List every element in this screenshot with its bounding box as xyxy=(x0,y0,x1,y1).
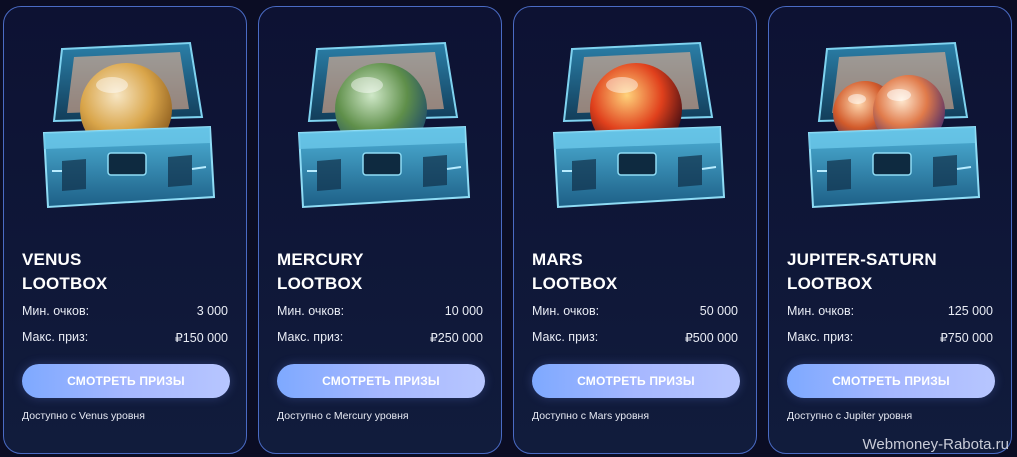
view-prizes-button[interactable]: СМОТРЕТЬ ПРИЗЫ xyxy=(22,364,230,398)
min-points-label: Мин. очков: xyxy=(787,304,855,318)
availability-note: Доступно с Venus уровня xyxy=(22,410,145,422)
lootbox-chest-icon xyxy=(552,41,726,209)
max-prize-row: Макс. приз: ₽150 000 xyxy=(22,330,228,345)
max-prize-row: Макс. приз: ₽250 000 xyxy=(277,330,483,345)
min-points-label: Мин. очков: xyxy=(277,304,345,318)
min-points-row: Мин. очков: 50 000 xyxy=(532,304,738,318)
card-title: VENUS LOOTBOX xyxy=(22,248,107,296)
card-title-name: VENUS xyxy=(22,250,82,269)
availability-note: Доступно с Mars уровня xyxy=(532,410,650,422)
lootbox-chest-icon xyxy=(807,41,981,209)
card-title-name: JUPITER-SATURN xyxy=(787,250,937,269)
card-title-name: MERCURY xyxy=(277,250,364,269)
lootbox-chest-icon xyxy=(297,41,471,209)
min-points-row: Мин. очков: 125 000 xyxy=(787,304,993,318)
max-prize-value: ₽500 000 xyxy=(684,331,738,345)
availability-note: Доступно с Mercury уровня xyxy=(277,410,409,422)
lootbox-chest-icon xyxy=(42,41,216,209)
max-prize-label: Макс. приз: xyxy=(532,330,599,344)
max-prize-value: ₽750 000 xyxy=(939,331,993,345)
min-points-row: Мин. очков: 10 000 xyxy=(277,304,483,318)
min-points-value: 10 000 xyxy=(444,304,483,318)
card-title: MERCURY LOOTBOX xyxy=(277,248,364,296)
min-points-label: Мин. очков: xyxy=(532,304,600,318)
min-points-value: 125 000 xyxy=(947,304,993,318)
min-points-value: 3 000 xyxy=(196,304,228,318)
card-title: JUPITER-SATURN LOOTBOX xyxy=(787,248,937,296)
card-title-name: MARS xyxy=(532,250,583,269)
max-prize-row: Макс. приз: ₽750 000 xyxy=(787,330,993,345)
card-title-suffix: LOOTBOX xyxy=(277,274,363,293)
min-points-label: Мин. очков: xyxy=(22,304,90,318)
card-title-suffix: LOOTBOX xyxy=(22,274,108,293)
min-points-value: 50 000 xyxy=(699,304,738,318)
max-prize-label: Макс. приз: xyxy=(22,330,89,344)
lootbox-card-venus: VENUS LOOTBOX Мин. очков: 3 000 Макс. пр… xyxy=(3,6,247,454)
view-prizes-button[interactable]: СМОТРЕТЬ ПРИЗЫ xyxy=(277,364,485,398)
card-title-suffix: LOOTBOX xyxy=(532,274,618,293)
card-title-suffix: LOOTBOX xyxy=(787,274,873,293)
lootbox-card-mercury: MERCURY LOOTBOX Мин. очков: 10 000 Макс.… xyxy=(258,6,502,454)
availability-note: Доступно с Jupiter уровня xyxy=(787,410,913,422)
lootbox-card-list: VENUS LOOTBOX Мин. очков: 3 000 Макс. пр… xyxy=(3,6,1012,454)
max-prize-row: Макс. приз: ₽500 000 xyxy=(532,330,738,345)
max-prize-label: Макс. приз: xyxy=(277,330,344,344)
view-prizes-button[interactable]: СМОТРЕТЬ ПРИЗЫ xyxy=(532,364,740,398)
max-prize-value: ₽150 000 xyxy=(174,331,228,345)
watermark-text: Webmoney-Rabota.ru xyxy=(862,436,1009,453)
max-prize-value: ₽250 000 xyxy=(429,331,483,345)
card-title: MARS LOOTBOX xyxy=(532,248,617,296)
lootbox-card-jupiter-saturn: JUPITER-SATURN LOOTBOX Мин. очков: 125 0… xyxy=(768,6,1012,454)
lootbox-card-mars: MARS LOOTBOX Мин. очков: 50 000 Макс. пр… xyxy=(513,6,757,454)
max-prize-label: Макс. приз: xyxy=(787,330,854,344)
view-prizes-button[interactable]: СМОТРЕТЬ ПРИЗЫ xyxy=(787,364,995,398)
min-points-row: Мин. очков: 3 000 xyxy=(22,304,228,318)
